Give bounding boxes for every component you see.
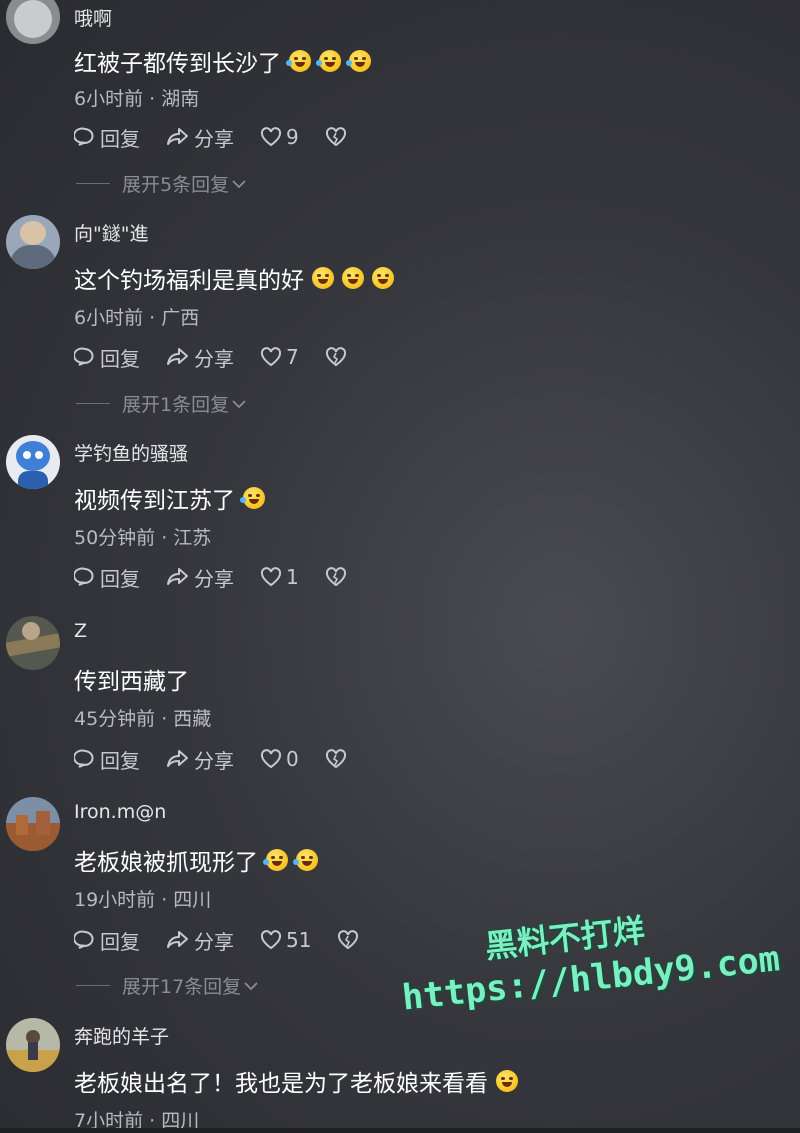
crying-emoji-icon [312,267,334,289]
heart-icon [260,930,282,950]
smiling-emoji-icon [496,1070,518,1092]
avatar[interactable] [6,215,60,269]
comment-actions: 回复 分享 7 [74,343,377,372]
comment-text-content: 红被子都传到长沙了 [74,51,281,77]
comment-text-content: 传到西藏了 [74,669,189,695]
like-button[interactable]: 7 [260,345,299,369]
like-button[interactable]: 9 [260,125,299,149]
share-button[interactable]: 分享 [166,123,234,152]
reply-icon [74,347,94,366]
share-icon [167,931,188,948]
heart-icon [260,347,282,367]
reply-button[interactable]: 回复 [74,926,140,955]
broken-heart-icon [325,347,346,367]
crying-emoji-icon [372,267,394,289]
comment-text[interactable]: 老板娘被抓现形了 [74,843,318,877]
expand-replies-button[interactable]: 展开1条回复 [76,390,247,417]
heart-icon [260,567,282,587]
divider [76,183,110,184]
avatar[interactable] [6,435,60,489]
comment-time-location: 50分钟前 · 江苏 [74,527,212,549]
comment-text-content: 视频传到江苏了 [74,488,235,514]
laughing-emoji-icon [263,849,288,871]
broken-heart-icon [325,127,346,147]
comment-actions: 回复 分享 1 [74,563,377,592]
reply-icon [74,749,94,768]
dislike-button[interactable] [325,567,351,587]
broken-heart-icon [325,567,346,587]
comment-username[interactable]: Iron.m@n [74,801,166,823]
comment-time-location: 6小时前 · 广西 [74,307,200,329]
avatar[interactable] [6,616,60,670]
comment-text-content: 这个钓场福利是真的好 [74,268,304,294]
chevron-down-icon [244,981,258,990]
laughing-emoji-icon [240,487,265,509]
laughing-emoji-icon [316,50,341,72]
reply-icon [74,127,94,146]
share-icon [167,750,188,767]
share-button[interactable]: 分享 [166,343,234,372]
comment-actions: 回复 分享 0 [74,745,377,774]
laughing-emoji-icon [293,849,318,871]
share-button[interactable]: 分享 [166,745,234,774]
comment-text[interactable]: 视频传到江苏了 [74,481,265,515]
avatar[interactable] [6,0,60,44]
share-icon [167,568,188,585]
comment-text-content: 老板娘出名了！我也是为了老板娘来看看 [74,1071,488,1097]
comment-text-content: 老板娘被抓现形了 [74,850,258,876]
dislike-button[interactable] [325,749,351,769]
divider [76,985,110,986]
heart-icon [260,127,282,147]
comment-username[interactable]: 学钓鱼的骚骚 [74,439,188,466]
expand-replies-button[interactable]: 展开17条回复 [76,972,259,999]
comment-username[interactable]: 向"鐩"進 [74,219,148,246]
share-icon [167,128,188,145]
crying-emoji-icon [342,267,364,289]
reply-button[interactable]: 回复 [74,563,140,592]
broken-heart-icon [338,930,359,950]
bottom-edge [0,1128,800,1133]
comment-time-location: 6小时前 · 湖南 [74,88,200,110]
dislike-button[interactable] [325,347,351,367]
chevron-down-icon [232,399,246,408]
reply-button[interactable]: 回复 [74,343,140,372]
comment-username[interactable]: Z [74,620,87,642]
comment-actions: 回复 分享 51 [74,926,389,955]
share-icon [167,348,188,365]
comment-username[interactable]: 奔跑的羊子 [74,1022,169,1049]
like-button[interactable]: 51 [260,928,311,952]
like-button[interactable]: 0 [260,747,299,771]
broken-heart-icon [325,749,346,769]
comment-time-location: 19小时前 · 四川 [74,889,212,911]
avatar[interactable] [6,1018,60,1072]
share-button[interactable]: 分享 [166,926,234,955]
like-button[interactable]: 1 [260,565,299,589]
reply-icon [74,930,94,949]
avatar[interactable] [6,797,60,851]
expand-replies-button[interactable]: 展开5条回复 [76,170,247,197]
comment-time-location: 45分钟前 · 西藏 [74,708,212,730]
comment-actions: 回复 分享 9 [74,123,377,152]
comment-text[interactable]: 老板娘出名了！我也是为了老板娘来看看 [74,1064,518,1098]
laughing-emoji-icon [286,50,311,72]
comment-text[interactable]: 红被子都传到长沙了 [74,44,371,78]
comment-text[interactable]: 传到西藏了 [74,662,189,696]
dislike-button[interactable] [337,930,363,950]
reply-button[interactable]: 回复 [74,745,140,774]
reply-icon [74,567,94,586]
chevron-down-icon [232,179,246,188]
divider [76,403,110,404]
heart-icon [260,749,282,769]
laughing-emoji-icon [346,50,371,72]
reply-button[interactable]: 回复 [74,123,140,152]
comment-text[interactable]: 这个钓场福利是真的好 [74,261,394,295]
share-button[interactable]: 分享 [166,563,234,592]
dislike-button[interactable] [325,127,351,147]
comment-username[interactable]: 哦啊 [74,4,112,31]
